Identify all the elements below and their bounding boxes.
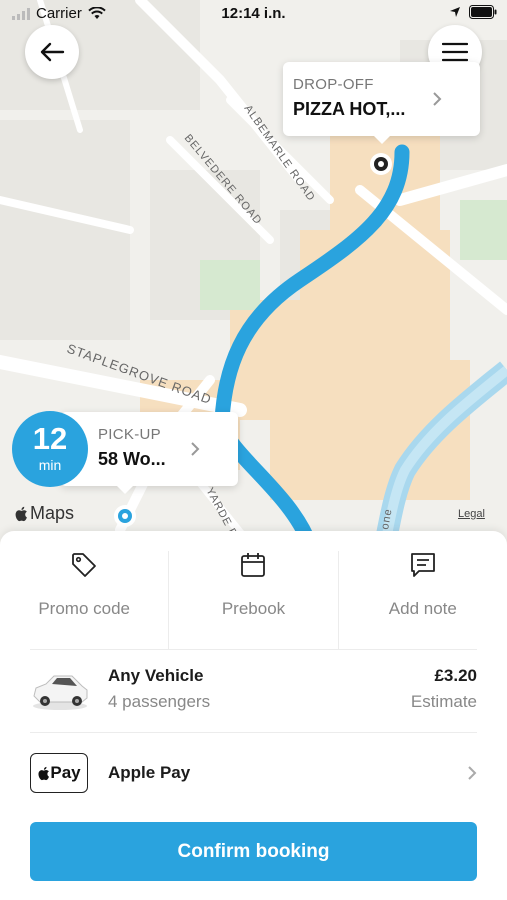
booking-sheet: Promo code Prebook Add note Any Vehicle — [0, 531, 507, 900]
vehicle-row[interactable]: Any Vehicle 4 passengers £3.20 Estimate — [30, 649, 477, 733]
status-bar: Carrier 12:14 i.n. — [0, 0, 507, 28]
vehicle-title: Any Vehicle — [108, 666, 204, 685]
eta-number: 12 — [32, 421, 68, 456]
back-button[interactable] — [25, 25, 79, 79]
maps-logo: Maps — [14, 503, 74, 524]
dropoff-kicker: DROP-OFF — [293, 76, 374, 93]
dropoff-callout[interactable]: DROP-OFF PIZZA HOT,... — [283, 62, 480, 144]
prebook-label: Prebook — [221, 599, 286, 618]
add-note-button[interactable]: Add note — [337, 551, 507, 649]
payment-method-label: Apple Pay — [108, 763, 191, 782]
maps-logo-text: Maps — [30, 503, 75, 523]
add-note-label: Add note — [388, 599, 457, 618]
tag-icon — [72, 553, 97, 577]
confirm-booking-button[interactable]: Confirm booking — [30, 822, 477, 881]
calendar-icon — [241, 553, 266, 577]
payment-row[interactable]: Pay Apple Pay — [30, 733, 477, 817]
legal-link[interactable]: Legal — [458, 508, 485, 520]
car-icon — [33, 675, 88, 710]
battery-icon — [469, 5, 497, 19]
action-row: Promo code Prebook Add note — [0, 551, 507, 649]
apple-pay-badge-text: Pay — [50, 763, 81, 782]
eta-badge: 12 min — [12, 411, 88, 487]
vehicle-passengers: 4 passengers — [108, 692, 211, 711]
map-view[interactable]: BELVEDERE ROAD ALBEMARLE ROAD STAPLEGROV… — [0, 0, 507, 545]
apple-logo-icon — [38, 766, 50, 780]
prebook-button[interactable]: Prebook — [168, 551, 337, 649]
location-arrow-icon — [450, 7, 460, 17]
arrow-left-icon — [40, 42, 65, 62]
pickup-address: 58 Wo... — [98, 449, 166, 469]
vehicle-price: £3.20 — [434, 666, 477, 685]
promo-code-button[interactable]: Promo code — [0, 551, 168, 649]
apple-pay-badge: Pay — [30, 753, 88, 793]
pickup-kicker: PICK-UP — [98, 426, 161, 443]
note-icon — [410, 553, 435, 577]
eta-unit: min — [38, 457, 62, 473]
price-estimate-label: Estimate — [410, 692, 477, 711]
dropoff-address: PIZZA HOT,... — [293, 99, 406, 119]
chevron-right-icon — [468, 766, 477, 780]
chevron-right-icon — [433, 92, 442, 106]
apple-logo-icon — [15, 506, 27, 521]
promo-code-label: Promo code — [38, 599, 130, 618]
chevron-right-icon — [191, 442, 200, 456]
hamburger-icon — [442, 42, 468, 62]
status-time: 12:14 i.n. — [221, 5, 286, 22]
